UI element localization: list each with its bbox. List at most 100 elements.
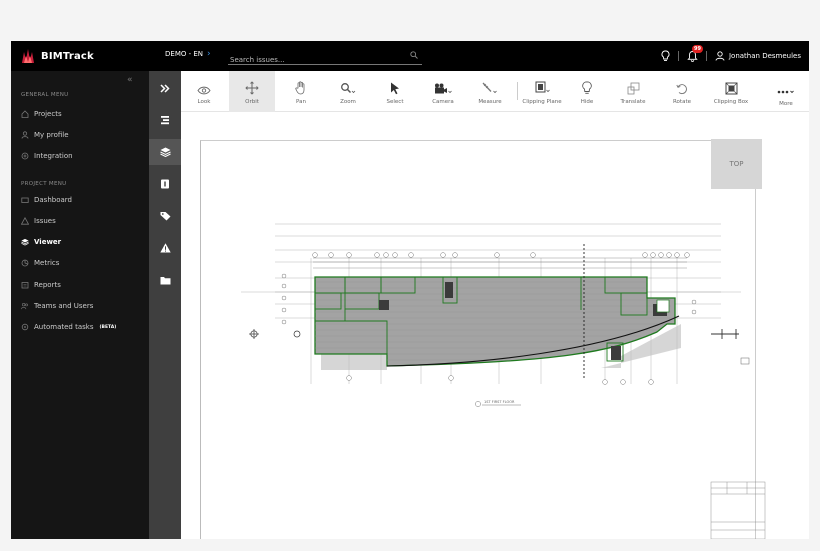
warning-icon bbox=[21, 217, 29, 225]
sidebar-item-teams-and-users[interactable]: Teams and Users bbox=[21, 299, 146, 313]
tool-hide[interactable]: Hide bbox=[564, 71, 610, 112]
tool-label: Rotate bbox=[672, 99, 691, 105]
layers-icon bbox=[159, 147, 171, 157]
translate-icon bbox=[627, 82, 639, 95]
properties-button[interactable] bbox=[149, 171, 181, 197]
3d-viewport[interactable]: TOP 1ST FIRST FLOOR bbox=[181, 112, 809, 539]
tool-camera[interactable]: Camera bbox=[420, 71, 466, 112]
double-chevron-right-icon bbox=[160, 83, 170, 93]
sidebar-item-viewer[interactable]: Viewer bbox=[21, 235, 146, 249]
tool-label: Pan bbox=[296, 99, 306, 105]
tool-measure[interactable]: Measure bbox=[467, 71, 513, 112]
divider bbox=[677, 51, 679, 61]
tool-rotate[interactable]: Rotate bbox=[659, 71, 705, 112]
clipping-box-icon bbox=[725, 82, 737, 95]
home-icon bbox=[21, 110, 29, 118]
tool-label: Camera bbox=[432, 99, 454, 105]
tool-orbit[interactable]: Orbit bbox=[229, 71, 275, 112]
user-menu[interactable]: Jonathan Desmeules bbox=[715, 51, 801, 61]
hand-icon bbox=[295, 81, 305, 95]
sidebar-item-dashboard[interactable]: Dashboard bbox=[21, 193, 146, 207]
eye-icon bbox=[197, 86, 211, 95]
sidebar-item-label: My profile bbox=[34, 131, 69, 139]
zoom-icon bbox=[341, 83, 356, 94]
files-button[interactable] bbox=[149, 267, 181, 293]
sidebar-item-automated-tasks[interactable]: Automated tasks (BETA) bbox=[21, 320, 146, 334]
metrics-icon bbox=[21, 259, 29, 267]
tool-label: Hide bbox=[580, 99, 594, 105]
sheet-key-marker bbox=[740, 357, 750, 365]
app-name: BIMTrack bbox=[41, 50, 94, 62]
tool-label: Translate bbox=[620, 99, 646, 105]
tool-more[interactable]: More bbox=[763, 71, 809, 112]
sidebar-item-label: Teams and Users bbox=[34, 302, 94, 310]
user-icon bbox=[21, 131, 29, 139]
tool-zoom[interactable]: Zoom bbox=[325, 71, 371, 112]
tool-label: Measure bbox=[478, 99, 502, 105]
user-name: Jonathan Desmeules bbox=[728, 52, 801, 60]
tool-pan[interactable]: Pan bbox=[278, 71, 324, 112]
tags-button[interactable] bbox=[149, 203, 181, 229]
notification-badge: 99 bbox=[691, 45, 703, 53]
divider bbox=[705, 51, 707, 61]
tool-label: Look bbox=[197, 99, 211, 105]
sidebar-item-my-profile[interactable]: My profile bbox=[21, 128, 146, 142]
notifications-button[interactable]: 99 bbox=[687, 45, 703, 63]
folder-icon bbox=[160, 276, 170, 284]
logo[interactable]: BIMTrack bbox=[21, 47, 94, 65]
lightbulb-icon[interactable] bbox=[661, 49, 670, 63]
sidebar-item-label: Dashboard bbox=[34, 196, 72, 204]
camera-icon bbox=[435, 83, 452, 94]
search-icon[interactable] bbox=[410, 51, 418, 59]
clipping-plane-icon bbox=[535, 81, 550, 93]
integration-icon bbox=[21, 152, 29, 160]
sidebar-item-label: Metrics bbox=[34, 259, 60, 267]
bimtrack-logo-icon bbox=[22, 49, 34, 63]
project-selector[interactable]: DEMO - EN › bbox=[165, 48, 211, 59]
collapse-sidebar-icon[interactable]: « bbox=[127, 75, 133, 85]
tool-select[interactable]: Select bbox=[372, 71, 418, 112]
tree-list-icon bbox=[161, 116, 169, 125]
sidebar-item-label: Integration bbox=[34, 152, 73, 160]
more-icon bbox=[777, 90, 794, 94]
sidebar-item-label: Projects bbox=[34, 110, 62, 118]
tool-label: Clipping Plane bbox=[522, 99, 562, 105]
measure-icon bbox=[482, 82, 497, 94]
automation-icon bbox=[21, 323, 29, 331]
tool-look[interactable]: Look bbox=[181, 71, 227, 112]
app-window: BIMTrack DEMO - EN › 99 Jon bbox=[11, 41, 809, 539]
expand-panel-button[interactable] bbox=[149, 75, 181, 101]
model-tree-button[interactable] bbox=[149, 107, 181, 133]
chevron-right-icon: › bbox=[207, 48, 211, 59]
user-icon bbox=[715, 51, 725, 61]
sidebar-item-integration[interactable]: Integration bbox=[21, 149, 146, 163]
tool-translate[interactable]: Translate bbox=[610, 71, 656, 112]
dashboard-icon bbox=[21, 196, 29, 204]
sidebar-item-reports[interactable]: Reports bbox=[21, 278, 146, 292]
sidebar-item-metrics[interactable]: Metrics bbox=[21, 256, 146, 270]
issues-panel-button[interactable] bbox=[149, 235, 181, 261]
toolbar-divider bbox=[517, 82, 518, 100]
search-input[interactable] bbox=[228, 51, 398, 69]
tool-label: Clipping Box bbox=[713, 99, 749, 105]
layers-button[interactable] bbox=[149, 139, 181, 165]
drawing-caption: 1ST FIRST FLOOR bbox=[484, 400, 515, 404]
tool-label: More bbox=[779, 101, 793, 107]
general-menu-heading: GENERAL MENU bbox=[21, 92, 69, 98]
top-bar-actions: 99 Jonathan Desmeules bbox=[661, 45, 801, 64]
search-box bbox=[228, 47, 422, 69]
team-icon bbox=[21, 302, 29, 310]
sidebar-item-issues[interactable]: Issues bbox=[21, 214, 146, 228]
tool-clipping-plane[interactable]: Clipping Plane bbox=[519, 71, 565, 112]
sidebar-item-projects[interactable]: Projects bbox=[21, 107, 146, 121]
viewer-side-rail bbox=[149, 71, 181, 539]
warning-icon bbox=[159, 243, 171, 253]
tool-label: Select bbox=[386, 99, 404, 105]
sidebar-item-label: Reports bbox=[34, 281, 61, 289]
section-marker-left bbox=[249, 329, 301, 339]
viewer-icon bbox=[21, 238, 29, 246]
tool-clipping-box[interactable]: Clipping Box bbox=[708, 71, 754, 112]
sidebar-item-label: Automated tasks bbox=[34, 323, 94, 331]
project-name: DEMO - EN bbox=[165, 50, 203, 58]
sidebar-item-label: Viewer bbox=[34, 238, 62, 246]
